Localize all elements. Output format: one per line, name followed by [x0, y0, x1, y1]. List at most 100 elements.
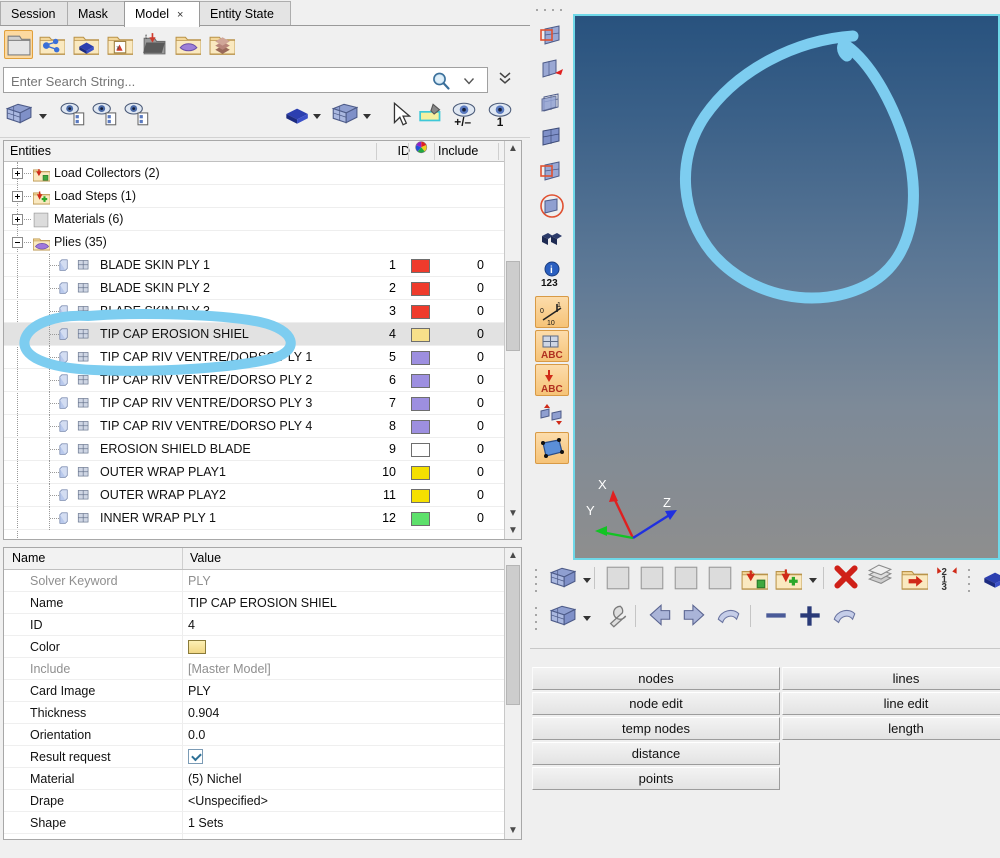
forward-arrow-icon[interactable]	[680, 602, 708, 630]
tree-ply-row[interactable]: OUTER WRAP PLAY2 11 0	[4, 484, 505, 507]
ply-abc-label-icon[interactable]: ABC	[535, 330, 569, 362]
props-scroll-thumb[interactable]	[506, 565, 520, 705]
ply-solid-icon[interactable]	[535, 122, 569, 154]
tree-ply-color-swatch[interactable]	[411, 374, 430, 388]
display-ply-icon[interactable]	[4, 100, 33, 132]
search-box[interactable]	[3, 67, 488, 94]
redo-arrow-icon[interactable]	[830, 602, 858, 630]
tree-ply-color-swatch[interactable]	[411, 305, 430, 319]
plus-icon[interactable]	[796, 602, 824, 630]
organize-stack-icon[interactable]	[866, 564, 894, 592]
info-123-icon[interactable]: i 123	[535, 258, 569, 290]
3d-viewport[interactable]: X Y Z	[573, 14, 1000, 560]
drop-abc-label-icon[interactable]: ABC	[535, 364, 569, 396]
scroll-down-button[interactable]: ▼	[505, 506, 521, 522]
undo-arrow-icon[interactable]	[714, 602, 742, 630]
panel-button-length[interactable]: length	[782, 717, 1000, 740]
panel-button-line-edit[interactable]: line edit	[782, 692, 1000, 715]
reverse-eye-list-icon[interactable]	[124, 100, 152, 132]
toolbar-grip-row1[interactable]	[533, 566, 539, 592]
tree-ply-row[interactable]: TIP CAP RIV VENTRE/DORSO PLY 2 6 0	[4, 369, 505, 392]
panel-button-nodes[interactable]: nodes	[532, 667, 780, 690]
ply-transfer-icon[interactable]	[535, 398, 569, 430]
panel-button-temp-nodes[interactable]: temp nodes	[532, 717, 780, 740]
angle-label-icon[interactable]: 0 1 10	[535, 296, 569, 328]
property-row[interactable]: Shape 1 Sets	[4, 812, 504, 834]
tree-ply-color-swatch[interactable]	[411, 512, 430, 526]
tree-ply-color-swatch[interactable]	[411, 259, 430, 273]
ply-color-dropdown-icon[interactable]	[362, 110, 372, 142]
renumber-123-icon[interactable]: 213	[934, 564, 962, 593]
tab-session[interactable]: Session	[0, 1, 68, 26]
close-icon[interactable]: ×	[177, 3, 183, 27]
properties-scrollbar[interactable]: ▲ ▼	[504, 548, 521, 839]
property-row[interactable]: Result request	[4, 746, 504, 768]
property-value[interactable]: [Master Model]	[188, 658, 271, 680]
tree-ply-row[interactable]: TIP CAP EROSION SHIEL 4 0	[4, 323, 505, 346]
tree-ply-color-swatch[interactable]	[411, 489, 430, 503]
property-row[interactable]: Card Image PLY	[4, 680, 504, 702]
folder-dropdown-icon[interactable]	[808, 574, 818, 602]
property-value[interactable]: PLY	[188, 570, 211, 592]
panel-button-node-edit[interactable]: node edit	[532, 692, 780, 715]
tree-folder-row[interactable]: Load Collectors (2)	[4, 162, 505, 185]
tree-ply-color-swatch[interactable]	[411, 397, 430, 411]
property-value[interactable]: TIP CAP EROSION SHIEL	[188, 592, 337, 614]
entities-scrollbar[interactable]: ▲ ▼ ▼	[504, 141, 521, 539]
tree-ply-row[interactable]: INNER WRAP PLY 1 12 0	[4, 507, 505, 530]
ply-compare-icon[interactable]	[535, 224, 569, 256]
mesh-display-dropdown-icon[interactable]	[582, 574, 592, 602]
property-color-swatch[interactable]	[188, 640, 206, 654]
tree-folder-row[interactable]: Load Steps (1)	[4, 185, 505, 208]
component-color-icon[interactable]	[282, 100, 310, 132]
delete-red-x-icon[interactable]	[832, 564, 860, 592]
wrench-tools-icon[interactable]	[602, 602, 630, 630]
tab-model[interactable]: Model ×	[124, 1, 200, 27]
chevron-down-icon[interactable]	[463, 76, 475, 86]
eye-plus-minus-icon[interactable]: +/–	[450, 100, 478, 132]
property-value[interactable]: PLY	[188, 680, 211, 702]
ply-shape-icon[interactable]	[535, 432, 569, 464]
property-row[interactable]: ID 4	[4, 614, 504, 636]
ply-highlight-icon[interactable]	[535, 20, 569, 52]
folder-plain-icon[interactable]	[4, 30, 33, 59]
more-tools-icon[interactable]	[980, 564, 1000, 592]
search-icon[interactable]	[431, 71, 451, 91]
highlight-selection-icon[interactable]	[418, 100, 446, 132]
search-input[interactable]	[9, 68, 428, 94]
tree-folder-row[interactable]: Plies (35)	[4, 231, 505, 254]
folder-property-icon[interactable]: t	[140, 30, 169, 59]
tree-ply-row[interactable]: EROSION SHIELD BLADE 9 0	[4, 438, 505, 461]
assembly-folder-icon[interactable]	[604, 564, 632, 592]
property-value[interactable]: 0.904	[188, 702, 219, 724]
property-folder-icon[interactable]	[706, 564, 734, 592]
property-value[interactable]: 1 Sets	[188, 812, 223, 834]
eye-one-icon[interactable]: 1	[486, 100, 514, 132]
ply-box-select-icon[interactable]	[535, 156, 569, 188]
tree-ply-color-swatch[interactable]	[411, 443, 430, 457]
tree-ply-row[interactable]: TIP CAP RIV VENTRE/DORSO PLY 3 7 0	[4, 392, 505, 415]
property-value[interactable]: 4	[188, 614, 195, 636]
scroll-page-down-button[interactable]: ▼	[505, 523, 521, 539]
props-scroll-down-button[interactable]: ▼	[505, 823, 521, 839]
ply-color-icon[interactable]	[330, 100, 359, 132]
tree-ply-color-swatch[interactable]	[411, 466, 430, 480]
property-row[interactable]: Orientation 0.0	[4, 724, 504, 746]
ply-outline-icon[interactable]	[535, 88, 569, 120]
loadcollector-folder-icon[interactable]	[740, 564, 769, 592]
scroll-up-button[interactable]: ▲	[505, 141, 521, 157]
folder-material-icon[interactable]: x	[106, 30, 135, 59]
panel-button-distance[interactable]: distance	[532, 742, 780, 765]
ply-arrow-icon[interactable]	[535, 54, 569, 86]
cursor-arrow-icon[interactable]	[388, 100, 416, 132]
collapse-icon[interactable]	[12, 237, 23, 248]
property-row[interactable]: Include [Master Model]	[4, 658, 504, 680]
property-value[interactable]: <Unspecified>	[188, 790, 268, 812]
property-checkbox[interactable]	[188, 749, 203, 764]
double-chevron-down-icon[interactable]	[498, 71, 512, 86]
mesh-view-dropdown-icon[interactable]	[582, 612, 592, 640]
back-arrow-icon[interactable]	[646, 602, 674, 630]
property-row[interactable]: Thickness 0.904	[4, 702, 504, 724]
component-color-dropdown-icon[interactable]	[312, 110, 322, 142]
tree-ply-color-swatch[interactable]	[411, 328, 430, 342]
